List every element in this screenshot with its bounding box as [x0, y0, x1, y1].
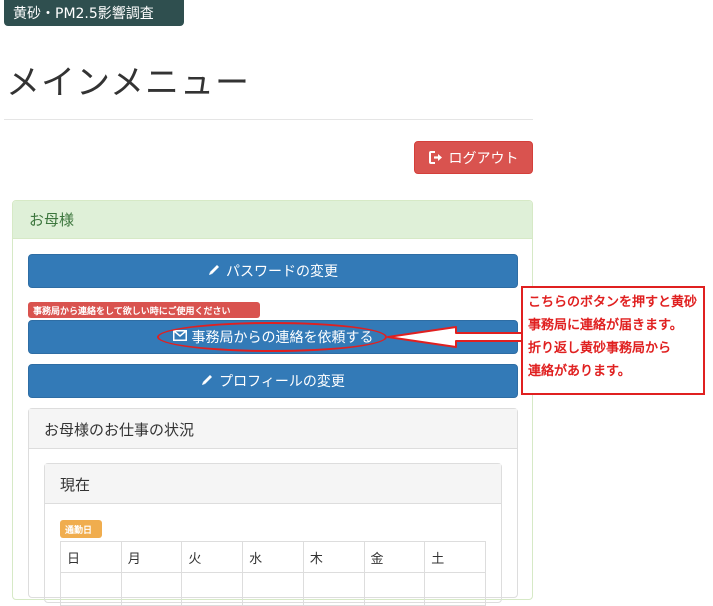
- calendar-cell[interactable]: [302, 572, 365, 606]
- weekday-mon: 月: [120, 541, 183, 573]
- calendar-header-row: 日 月 火 水 木 金 土: [60, 541, 486, 573]
- contact-note-badge: 事務局から連絡をして欲しい時にご使用ください: [28, 302, 260, 318]
- weekday-sat: 土: [424, 541, 486, 573]
- request-contact-label: 事務局からの連絡を依頼する: [191, 330, 374, 346]
- calendar-row: [60, 572, 486, 606]
- change-password-label: パスワードの変更: [226, 264, 338, 280]
- calendar-cell[interactable]: [363, 572, 426, 606]
- weekday-wed: 水: [242, 541, 304, 573]
- change-password-button[interactable]: パスワードの変更: [28, 254, 518, 288]
- sign-out-icon: [428, 151, 443, 164]
- calendar-cell[interactable]: [424, 572, 486, 606]
- envelope-icon: [172, 329, 187, 345]
- app-title: 黄砂・PM2.5影響調査: [13, 6, 154, 22]
- title-divider: [4, 119, 533, 120]
- logout-button[interactable]: ログアウト: [414, 141, 533, 174]
- annotation-line: 連絡があります。: [528, 364, 631, 379]
- calendar-cell[interactable]: [181, 572, 244, 606]
- weekday-tue: 火: [181, 541, 244, 573]
- pencil-icon: [208, 263, 221, 280]
- calendar-cell[interactable]: [242, 572, 304, 606]
- weekday-fri: 金: [363, 541, 426, 573]
- annotation-callout: こちらのボタンを押すと黄砂 事務局に連絡が届きます。 折り返し黄砂事務局から 連…: [521, 286, 705, 395]
- calendar-cell[interactable]: [120, 572, 183, 606]
- weekday-sun: 日: [60, 541, 122, 573]
- annotation-line: こちらのボタンを押すと黄砂: [528, 295, 698, 310]
- annotation-line: 折り返し黄砂事務局から: [528, 341, 672, 356]
- mother-panel-heading: お母様: [13, 201, 532, 239]
- workday-badge: 通勤日: [60, 520, 102, 538]
- weekday-calendar: 日 月 火 水 木 金 土: [60, 541, 486, 606]
- logout-label: ログアウト: [448, 150, 519, 167]
- pencil-icon: [201, 373, 214, 390]
- page-title: メインメニュー: [6, 63, 250, 103]
- current-heading: 現在: [45, 464, 501, 504]
- calendar-cell[interactable]: [60, 572, 122, 606]
- app-title-badge[interactable]: 黄砂・PM2.5影響調査: [4, 0, 184, 26]
- work-status-heading: お母様のお仕事の状況: [29, 409, 517, 449]
- annotation-line: 事務局に連絡が届きます。: [528, 318, 683, 333]
- change-profile-button[interactable]: プロフィールの変更: [28, 364, 518, 398]
- weekday-thu: 木: [302, 541, 365, 573]
- change-profile-label: プロフィールの変更: [219, 374, 345, 390]
- request-contact-button[interactable]: 事務局からの連絡を依頼する: [28, 320, 518, 354]
